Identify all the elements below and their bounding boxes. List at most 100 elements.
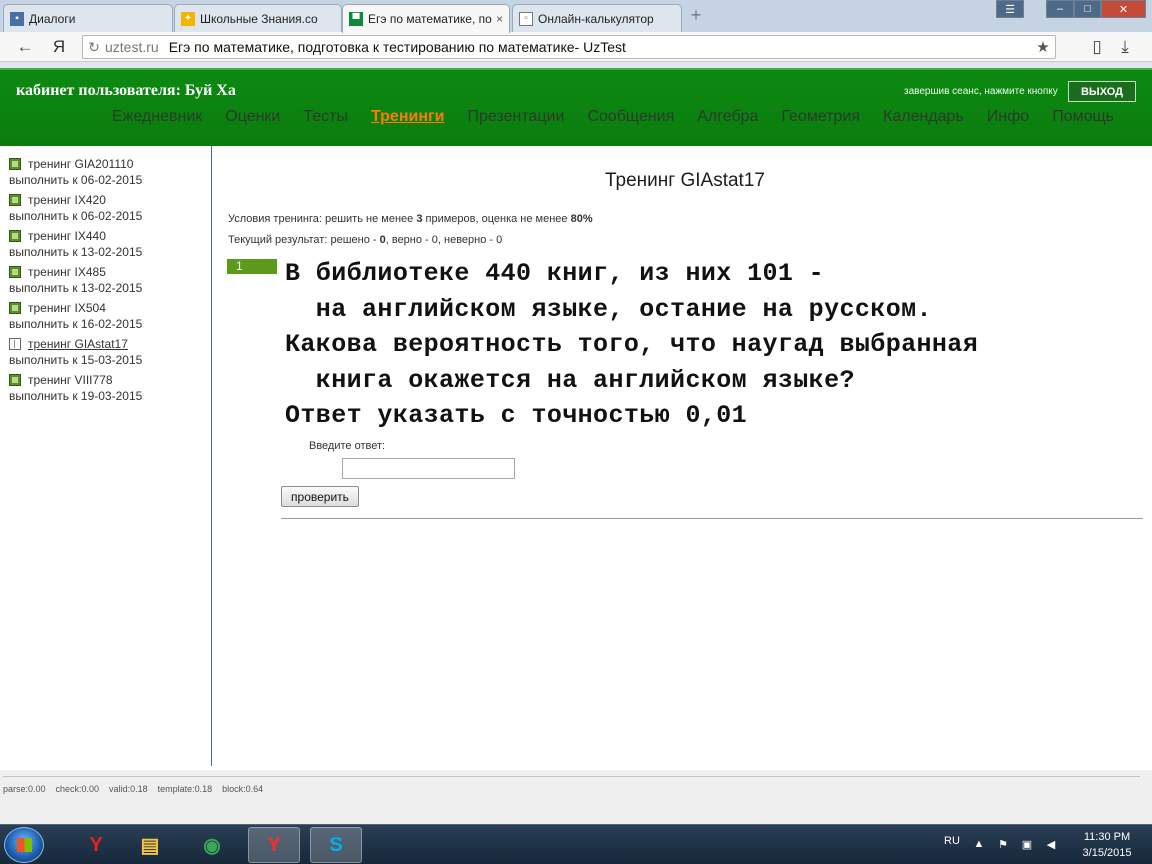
windows-taskbar: Y ▤ ◉ Y S RU ▲ ⚑ ▣ ◀ 11:30 PM 3/15/2015 (0, 824, 1152, 864)
training-item[interactable]: тренинг IX485 выполнить к 13-02-2015 (0, 264, 211, 296)
question-line: Какова вероятность того, что наугад выбр… (285, 330, 979, 359)
question-line: книга окажется на английском языке? (285, 365, 855, 395)
training-label[interactable]: тренинг GIAstat17 (28, 337, 128, 351)
question-line: на английском языке, остание на русском. (285, 294, 932, 324)
tab-calculator[interactable]: ▫ Онлайн-калькулятор (512, 4, 682, 32)
training-item[interactable]: тренинг GIA201110 выполнить к 06-02-2015 (0, 156, 211, 188)
training-due-date: выполнить к 19-03-2015 (9, 389, 143, 403)
chrome-icon[interactable]: ◉ (186, 827, 238, 863)
training-label[interactable]: тренинг GIA201110 (28, 157, 133, 171)
training-title: Тренинг GIAstat17 (605, 170, 765, 191)
tab-dialogs[interactable]: ▪ Диалоги (3, 4, 173, 32)
yandex-icon[interactable]: Y (248, 827, 300, 863)
check-button[interactable]: проверить (281, 486, 359, 507)
bookmark-star-icon[interactable]: ★ (1031, 38, 1055, 56)
training-label[interactable]: тренинг IX504 (28, 301, 106, 315)
yandex-glyph: Y (267, 833, 281, 856)
menu-item-7[interactable]: Геометрия (781, 108, 860, 126)
training-label[interactable]: тренинг IX440 (28, 229, 106, 243)
menu-item-3[interactable]: Тренинги (371, 108, 445, 126)
yandex-browser-icon[interactable]: Y (70, 827, 122, 863)
conditions-prefix: Условия тренинга: решить не менее (228, 213, 417, 225)
yandex-browser-glyph: Y (89, 833, 103, 856)
training-label[interactable]: тренинг IX420 (28, 193, 106, 207)
user-cabinet-title: кабинет пользователя: Буй Ха (16, 82, 236, 99)
language-indicator[interactable]: RU (944, 835, 960, 847)
site-header: кабинет пользователя: Буй Ха завершив се… (0, 68, 1152, 146)
training-due-date: выполнить к 13-02-2015 (9, 245, 143, 259)
question-text: В библиотеке 440 книг, из них 101 - на а… (285, 256, 978, 434)
url-page-title: Егэ по математике, подготовка к тестиров… (168, 39, 626, 55)
tab-uztest[interactable]: ▀ Егэ по математике, по × (342, 4, 510, 33)
menu-item-4[interactable]: Презентации (467, 108, 564, 126)
network-icon[interactable]: ▣ (1020, 837, 1034, 851)
training-link[interactable]: тренинг VIII778 (9, 372, 211, 388)
training-link[interactable]: тренинг IX420 (9, 192, 211, 208)
training-list: тренинг GIA201110 выполнить к 06-02-2015 т… (0, 146, 212, 766)
tab-znanija[interactable]: ✦ Школьные Знания.co (174, 4, 342, 32)
logout-button[interactable]: ВЫХОД (1068, 81, 1136, 102)
page-icon: ▫ (519, 11, 533, 26)
page-icon[interactable]: ▯ (1086, 36, 1108, 58)
uztest-icon: ▀ (349, 12, 363, 26)
training-item[interactable]: тренинг IX440 выполнить к 13-02-2015 (0, 228, 211, 260)
training-link[interactable]: тренинг GIAstat17 (9, 336, 211, 352)
training-panel: Тренинг GIAstat17 Условия тренинга: реши… (213, 146, 1152, 766)
conditions-grade: 80% (570, 213, 593, 225)
system-clock[interactable]: 11:30 PM 3/15/2015 (1072, 829, 1142, 861)
minimize-icon[interactable]: – (1046, 0, 1074, 18)
action-center-icon[interactable]: ⚑ (996, 837, 1010, 851)
reload-icon[interactable]: ↻ (83, 39, 105, 56)
training-label[interactable]: тренинг VIII778 (28, 373, 113, 387)
menu-item-9[interactable]: Инфо (987, 108, 1029, 126)
new-tab-icon[interactable]: + (686, 6, 706, 25)
menu-item-2[interactable]: Тесты (303, 108, 348, 126)
training-item[interactable]: тренинг GIAstat17 выполнить к 15-03-2015 (0, 336, 211, 368)
file-explorer-icon[interactable]: ▤ (124, 827, 176, 863)
browser-menu-icon[interactable]: ☰ (996, 0, 1024, 18)
chrome-glyph: ◉ (203, 834, 221, 857)
training-link[interactable]: тренинг GIA201110 (9, 156, 211, 172)
menu-item-10[interactable]: Помощь (1052, 108, 1114, 126)
training-link[interactable]: тренинг IX485 (9, 264, 211, 280)
download-icon[interactable]: ⤓ (1114, 36, 1136, 58)
page-body: тренинг GIA201110 выполнить к 06-02-2015 т… (0, 146, 1152, 770)
menu-item-0[interactable]: Ежедневник (112, 108, 202, 126)
znanija-icon: ✦ (181, 11, 195, 26)
url-host: uztest.ru (105, 39, 159, 55)
start-button[interactable] (4, 827, 44, 863)
question-line: В библиотеке 440 книг, из них 101 - (285, 259, 825, 288)
menu-item-1[interactable]: Оценки (225, 108, 280, 126)
menu-item-6[interactable]: Алгебра (697, 108, 758, 126)
book-icon (9, 158, 21, 170)
skype-glyph: S (329, 833, 343, 856)
book-icon (9, 302, 21, 314)
training-item[interactable]: тренинг IX504 выполнить к 16-02-2015 (0, 300, 211, 332)
skype-icon[interactable]: S (310, 827, 362, 863)
tray-expand-icon[interactable]: ▲ (972, 837, 986, 851)
conditions-mid: примеров, оценка не менее (422, 213, 571, 225)
training-due-date: выполнить к 16-02-2015 (9, 317, 143, 331)
address-bar[interactable]: ↻ uztest.ru Егэ по математике, подготовк… (82, 35, 1056, 59)
menu-item-5[interactable]: Сообщения (587, 108, 674, 126)
menu-item-8[interactable]: Календарь (883, 108, 964, 126)
browser-toolbar: ← Я ↻ uztest.ru Егэ по математике, подго… (0, 32, 1152, 62)
book-icon (9, 374, 21, 386)
window-close-icon[interactable]: ✕ (1101, 0, 1146, 18)
training-item[interactable]: тренинг IX420 выполнить к 06-02-2015 (0, 192, 211, 224)
training-item[interactable]: тренинг VIII778 выполнить к 19-03-2015 (0, 372, 211, 404)
volume-icon[interactable]: ◀ (1044, 837, 1058, 851)
yandex-logo-icon[interactable]: Я (48, 36, 70, 58)
close-icon[interactable]: × (496, 12, 503, 26)
divider (281, 518, 1143, 519)
book-icon (9, 266, 21, 278)
tab-title: Егэ по математике, по (368, 12, 492, 26)
answer-input[interactable] (342, 458, 515, 479)
back-arrow-icon[interactable]: ← (14, 36, 36, 58)
logout-hint: завершив сеанс, нажмите кнопку (904, 86, 1058, 97)
training-link[interactable]: тренинг IX440 (9, 228, 211, 244)
question-number: 1 (227, 259, 277, 274)
maximize-icon[interactable]: □ (1074, 0, 1101, 18)
training-link[interactable]: тренинг IX504 (9, 300, 211, 316)
training-label[interactable]: тренинг IX485 (28, 265, 106, 279)
